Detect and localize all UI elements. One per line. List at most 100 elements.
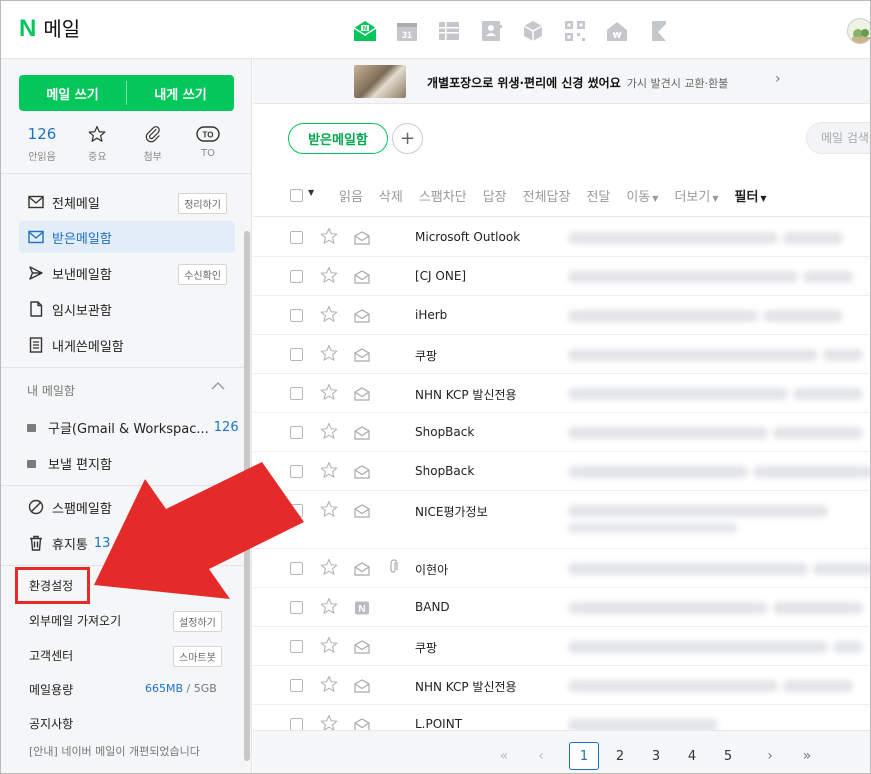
- row-checkbox[interactable]: [290, 679, 303, 692]
- caret-down-icon[interactable]: ▼: [308, 188, 314, 197]
- star-icon[interactable]: [320, 636, 338, 658]
- quick-unread[interactable]: 126 안읽음: [21, 123, 63, 163]
- row-checkbox[interactable]: [290, 504, 303, 517]
- sender-name[interactable]: 쿠팡: [415, 347, 437, 364]
- row-checkbox[interactable]: [290, 387, 303, 400]
- sender-name[interactable]: 이현아: [415, 561, 448, 578]
- table-row[interactable]: NICE평가정보: [253, 491, 870, 549]
- folder-google[interactable]: 구글(Gmail & Workspac... 126: [27, 418, 239, 437]
- sidebar-item-inbox[interactable]: 받은메일함: [19, 221, 235, 253]
- subject-redacted[interactable]: [568, 641, 828, 653]
- page-2-button[interactable]: 2: [605, 742, 635, 770]
- table-row[interactable]: 이현아: [253, 549, 870, 588]
- row-checkbox[interactable]: [290, 601, 303, 614]
- quick-important[interactable]: 중요: [76, 123, 118, 163]
- page-4-button[interactable]: 4: [677, 742, 707, 770]
- toolbar-reply-all-button[interactable]: 전체답장: [523, 186, 571, 205]
- table-row[interactable]: 쿠팡: [253, 335, 870, 374]
- contacts-list-icon[interactable]: [435, 18, 463, 44]
- subject-redacted[interactable]: [568, 563, 808, 575]
- sender-name[interactable]: NHN KCP 발신전용: [415, 386, 517, 403]
- table-row[interactable]: ShopBack: [253, 413, 870, 452]
- prev-page-button[interactable]: ‹: [526, 742, 556, 770]
- chevron-right-icon[interactable]: ›: [775, 71, 781, 87]
- sender-name[interactable]: ShopBack: [415, 464, 474, 478]
- sidebar-item-drafts[interactable]: 임시보관함: [19, 293, 235, 325]
- subject-redacted[interactable]: [568, 388, 788, 400]
- ad-banner[interactable]: 개별포장으로 위생·편리에 신경 썼어요 가시 발견시 교환·환불 ›: [253, 59, 870, 104]
- star-icon[interactable]: [320, 266, 338, 288]
- home-icon[interactable]: ₩: [603, 18, 631, 44]
- qr-icon[interactable]: [561, 18, 589, 44]
- sidebar-item-sent[interactable]: 보낸메일함 수신확인: [19, 257, 235, 289]
- sender-name[interactable]: NHN KCP 발신전용: [415, 678, 517, 695]
- subject-redacted[interactable]: [568, 466, 748, 478]
- calendar-app-icon[interactable]: 31: [393, 18, 421, 44]
- toolbar-read-button[interactable]: 읽음: [339, 186, 363, 205]
- row-checkbox[interactable]: [290, 465, 303, 478]
- table-row[interactable]: [CJ ONE]: [253, 257, 870, 296]
- star-icon[interactable]: [320, 422, 338, 444]
- sidebar-item-spam[interactable]: 스팸메일함: [19, 491, 235, 523]
- read-envelope-icon[interactable]: [354, 639, 370, 658]
- quick-attachment[interactable]: 첨부: [132, 123, 174, 163]
- select-all-checkbox[interactable]: [290, 189, 303, 202]
- sender-name[interactable]: 쿠팡: [415, 639, 437, 656]
- read-envelope-icon[interactable]: [354, 308, 370, 327]
- sidebar-item-all-mail[interactable]: 전체메일 정리하기: [19, 186, 235, 218]
- table-row[interactable]: Microsoft Outlook: [253, 218, 870, 257]
- folder-outbox[interactable]: 보낼 편지함: [27, 454, 112, 473]
- sidebar-item-self-mail[interactable]: 내게쓴메일함: [19, 329, 235, 361]
- star-icon[interactable]: [320, 227, 338, 249]
- read-envelope-icon[interactable]: [354, 503, 370, 522]
- toolbar-move-button[interactable]: 이동 ▼: [626, 186, 658, 205]
- subject-redacted[interactable]: [568, 602, 768, 614]
- star-icon[interactable]: [320, 383, 338, 405]
- band-icon[interactable]: N: [354, 600, 370, 619]
- table-row[interactable]: 쿠팡: [253, 627, 870, 666]
- subject-redacted[interactable]: [568, 232, 778, 244]
- compose-button[interactable]: 메일 쓰기: [19, 75, 126, 111]
- read-envelope-icon[interactable]: [354, 269, 370, 288]
- row-checkbox[interactable]: [290, 426, 303, 439]
- tab-inbox[interactable]: 받은메일함: [288, 123, 388, 154]
- subject-redacted[interactable]: [568, 505, 828, 517]
- read-envelope-icon[interactable]: [354, 678, 370, 697]
- table-row[interactable]: NHN KCP 발신전용: [253, 666, 870, 705]
- self-compose-button[interactable]: 내게 쓰기: [127, 75, 234, 111]
- mail-app-icon[interactable]: N: [351, 18, 379, 44]
- bookmark-icon[interactable]: [645, 18, 673, 44]
- read-envelope-icon[interactable]: [354, 425, 370, 444]
- subject-redacted[interactable]: [568, 427, 768, 439]
- sidebar-item-trash[interactable]: 휴지통 13: [19, 527, 235, 559]
- table-row[interactable]: iHerb: [253, 296, 870, 335]
- toolbar-reply-button[interactable]: 답장: [483, 186, 507, 205]
- import-settings-button[interactable]: 설정하기: [173, 611, 222, 632]
- read-envelope-icon[interactable]: [354, 561, 370, 580]
- smartbot-button[interactable]: 스마트봇: [173, 646, 222, 667]
- subject-redacted[interactable]: [568, 310, 758, 322]
- user-avatar[interactable]: [847, 18, 870, 44]
- read-receipt-button[interactable]: 수신확인: [178, 264, 227, 285]
- read-envelope-icon[interactable]: [354, 464, 370, 483]
- page-3-button[interactable]: 3: [641, 742, 671, 770]
- subject-redacted[interactable]: [568, 349, 818, 361]
- sender-name[interactable]: ShopBack: [415, 425, 474, 439]
- next-page-button[interactable]: ›: [755, 742, 785, 770]
- table-row[interactable]: ShopBack: [253, 452, 870, 491]
- sender-name[interactable]: NICE평가정보: [415, 503, 488, 520]
- star-icon[interactable]: [320, 558, 338, 580]
- row-checkbox[interactable]: [290, 562, 303, 575]
- toolbar-delete-button[interactable]: 삭제: [379, 186, 403, 205]
- search-input[interactable]: 메일 검색: [806, 122, 870, 154]
- quick-to[interactable]: TO TO: [187, 123, 229, 163]
- naver-mail-logo[interactable]: N 메일: [19, 17, 80, 42]
- table-row[interactable]: NHN KCP 발신전용: [253, 374, 870, 413]
- row-checkbox[interactable]: [290, 348, 303, 361]
- star-icon[interactable]: [320, 305, 338, 327]
- notice-text[interactable]: [안내] 네이버 메일이 개편되었습니다: [29, 743, 200, 759]
- toolbar-filter-button[interactable]: 필터 ▼: [735, 186, 767, 205]
- support-link[interactable]: 고객센터: [29, 647, 73, 664]
- read-envelope-icon[interactable]: [354, 347, 370, 366]
- star-icon[interactable]: [320, 344, 338, 366]
